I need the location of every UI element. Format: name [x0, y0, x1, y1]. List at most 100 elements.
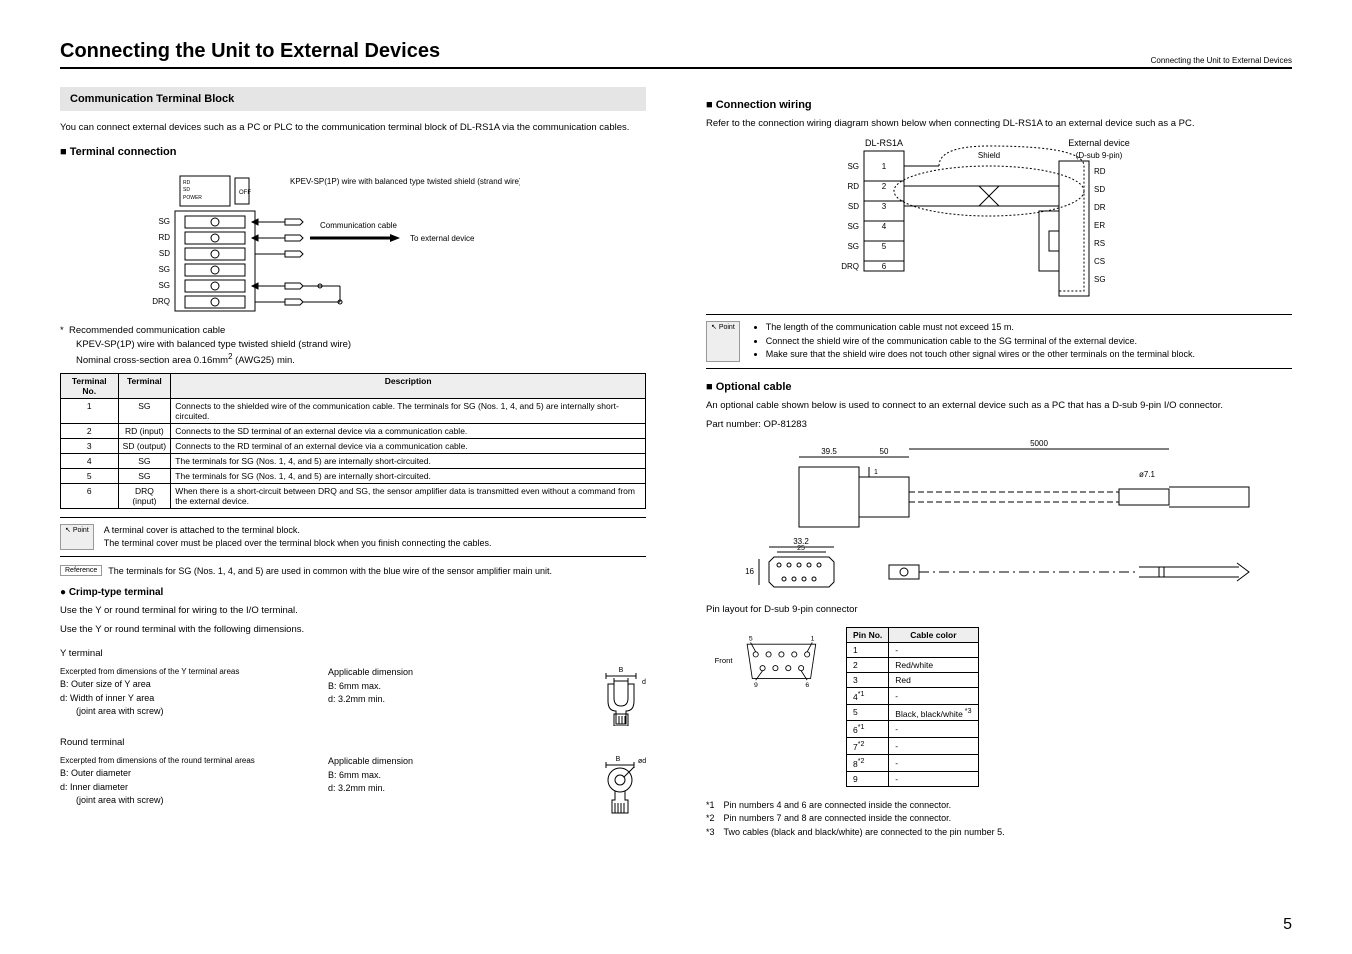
svg-text:1: 1	[882, 162, 887, 171]
svg-text:Front: Front	[715, 656, 734, 665]
svg-text:CS: CS	[1094, 257, 1105, 266]
svg-text:B: B	[616, 756, 621, 763]
svg-text:3: 3	[882, 202, 887, 211]
svg-text:6: 6	[882, 262, 887, 271]
svg-text:SD: SD	[159, 249, 170, 258]
y-terminal-title: Y terminal	[60, 647, 646, 660]
svg-text:ød: ød	[638, 758, 646, 765]
table-row: 5Black, black/white *3	[847, 704, 979, 721]
svg-text:Shield: Shield	[978, 151, 1000, 160]
svg-text:4: 4	[882, 222, 887, 231]
terminal-connection-heading: Terminal connection	[60, 146, 646, 158]
round-terminal-title: Round terminal	[60, 736, 646, 749]
svg-text:B: B	[619, 667, 624, 674]
reference-note: Reference The terminals for SG (Nos. 1, …	[60, 565, 646, 578]
svg-text:KPEV-SP(1P) wire with balanced: KPEV-SP(1P) wire with balanced type twis…	[290, 177, 520, 186]
header-right-text: Connecting the Unit to External Devices	[1151, 56, 1292, 65]
svg-text:RD: RD	[183, 180, 191, 186]
footnote-line: *2 Pin numbers 7 and 8 are connected ins…	[706, 812, 1292, 826]
svg-text:DRQ: DRQ	[152, 297, 170, 306]
right-column: Connection wiring Refer to the connectio…	[706, 87, 1292, 839]
list-item: Make sure that the shield wire does not …	[766, 348, 1195, 362]
svg-text:SG: SG	[847, 162, 859, 171]
table-row: 4SGThe terminals for SG (Nos. 1, 4, and …	[61, 454, 646, 469]
dsub-connector-diagram: Front 5 1 9 6	[706, 623, 826, 703]
svg-text:(D-sub 9-pin): (D-sub 9-pin)	[1076, 151, 1123, 160]
section-bar-comm-terminal: Communication Terminal Block	[60, 87, 646, 111]
terminal-block-diagram: RDSDPOWER OFF KPEV-SP(1P) wire with bala…	[60, 166, 520, 316]
svg-text:ø7.1: ø7.1	[1139, 470, 1156, 479]
reference-label-box: Reference	[60, 565, 102, 576]
svg-text:RS: RS	[1094, 239, 1105, 248]
svg-text:SG: SG	[847, 242, 859, 251]
svg-text:OFF: OFF	[239, 190, 251, 196]
svg-text:DR: DR	[1094, 203, 1106, 212]
svg-text:2: 2	[882, 182, 887, 191]
optional-intro: An optional cable shown below is used to…	[706, 399, 1292, 412]
svg-text:RD: RD	[158, 233, 170, 242]
table-row: 2RD (input)Connects to the SD terminal o…	[61, 424, 646, 439]
rec-cable-note: * Recommended communication cable KPEV-S…	[60, 324, 646, 367]
svg-text:SD: SD	[183, 187, 190, 193]
svg-text:To external device: To external device	[410, 234, 475, 243]
svg-text:POWER: POWER	[183, 195, 202, 201]
svg-text:SG: SG	[847, 222, 859, 231]
svg-text:SG: SG	[1094, 275, 1106, 284]
svg-text:39.5: 39.5	[821, 447, 837, 456]
svg-text:50: 50	[880, 447, 889, 456]
svg-text:ER: ER	[1094, 221, 1105, 230]
round-terminal-icon: B ød	[596, 755, 646, 815]
table-row: 3SD (output)Connects to the RD terminal …	[61, 439, 646, 454]
svg-text:9: 9	[754, 682, 758, 689]
pin-layout-title: Pin layout for D-sub 9-pin connector	[706, 603, 1292, 616]
table-row: 2Red/white	[847, 657, 979, 672]
footnotes: *1 Pin numbers 4 and 6 are connected ins…	[706, 799, 1292, 840]
round-terminal-dims: Applicable dimension B: 6mm max. d: 3.2m…	[328, 755, 566, 796]
crimp-heading: Crimp-type terminal	[60, 587, 646, 598]
table-row: 4*1-	[847, 687, 979, 704]
svg-text:RD: RD	[847, 182, 859, 191]
page-title: Connecting the Unit to External Devices	[60, 40, 1292, 69]
point-note: ↖ Point A terminal cover is attached to …	[60, 517, 646, 556]
svg-text:1: 1	[811, 635, 815, 642]
svg-text:5: 5	[749, 635, 753, 642]
svg-text:d: d	[642, 679, 646, 686]
svg-text:5: 5	[882, 242, 887, 251]
table-row: 1SGConnects to the shielded wire of the …	[61, 399, 646, 424]
cable-color-table: Pin No. Cable color 1-2Red/white3Red4*1-…	[846, 627, 979, 787]
svg-text:RD: RD	[1094, 167, 1106, 176]
footnote-line: *3 Two cables (black and black/white) ar…	[706, 826, 1292, 840]
table-row: 7*2-	[847, 738, 979, 755]
svg-text:DRQ: DRQ	[841, 262, 859, 271]
list-item: Connect the shield wire of the communica…	[766, 335, 1195, 349]
svg-text:SG: SG	[158, 281, 170, 290]
point-label-box-right: ↖ Point	[706, 321, 740, 362]
svg-text:6: 6	[805, 682, 809, 689]
svg-text:1: 1	[874, 469, 878, 476]
svg-text:25: 25	[797, 545, 805, 552]
left-column: Communication Terminal Block You can con…	[60, 87, 646, 839]
intro-text: You can connect external devices such as…	[60, 121, 646, 134]
terminal-table: Terminal No. Terminal Description 1SGCon…	[60, 373, 646, 509]
y-terminal-icon: B d	[596, 666, 646, 726]
list-item: The length of the communication cable mu…	[766, 321, 1195, 335]
crimp-line2: Use the Y or round terminal with the fol…	[60, 623, 646, 636]
page-number: 5	[1283, 916, 1292, 934]
footnote-line: *1 Pin numbers 4 and 6 are connected ins…	[706, 799, 1292, 813]
svg-text:16: 16	[745, 567, 754, 576]
wiring-intro: Refer to the connection wiring diagram s…	[706, 117, 1292, 130]
svg-text:5000: 5000	[1030, 439, 1048, 448]
svg-text:Communication cable: Communication cable	[320, 221, 397, 230]
svg-text:SD: SD	[1094, 185, 1105, 194]
table-row: 9-	[847, 771, 979, 786]
y-terminal-dims: Applicable dimension B: 6mm max. d: 3.2m…	[328, 666, 566, 707]
svg-text:SG: SG	[158, 265, 170, 274]
optional-cable-heading: Optional cable	[706, 381, 1292, 393]
table-row: 5SGThe terminals for SG (Nos. 1, 4, and …	[61, 469, 646, 484]
table-row: 6DRQ (input)When there is a short-circui…	[61, 484, 646, 509]
connection-wiring-heading: Connection wiring	[706, 99, 1292, 111]
svg-text:SG: SG	[158, 217, 170, 226]
table-row: 1-	[847, 642, 979, 657]
part-number: Part number: OP-81283	[706, 418, 1292, 431]
y-terminal-specs: Excerpted from dimensions of the Y termi…	[60, 666, 298, 719]
